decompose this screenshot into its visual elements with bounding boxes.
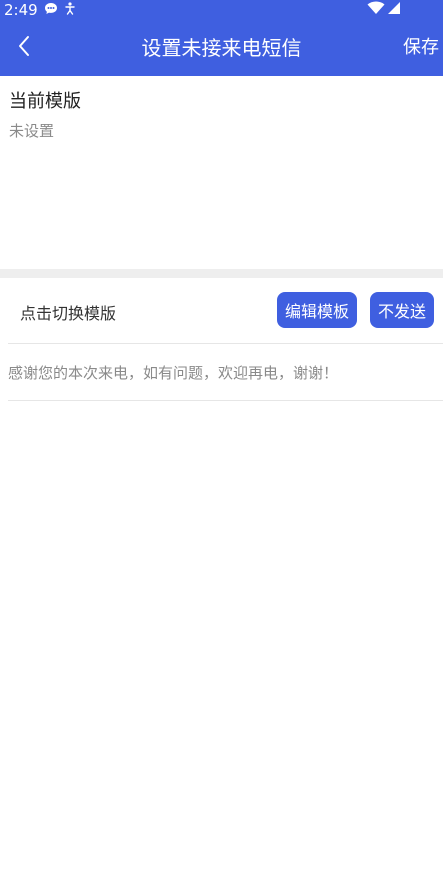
app-bar: 设置未接来电短信 保存 [0,20,443,76]
accessibility-icon [64,2,76,18]
status-time: 2:49 [4,1,38,19]
signal-icon [387,1,401,19]
current-template-title: 当前模版 [9,91,81,112]
status-bar: 2:49 [0,0,443,20]
current-template-value: 未设置 [9,122,55,140]
status-icons [367,1,401,19]
edit-template-button[interactable]: 编辑模板 [277,292,357,328]
back-button[interactable] [6,30,42,66]
switch-template-label: 点击切换模版 [20,304,117,323]
page-title: 设置未接来电短信 [141,36,302,60]
wifi-icon [367,1,385,19]
chat-bubble-icon [44,2,58,18]
section-divider [0,269,443,278]
switch-template-row: 点击切换模版 编辑模板 不发送 [0,278,443,343]
row-divider [8,400,443,401]
template-item[interactable]: 感谢您的本次来电，如有问题，欢迎再电，谢谢！ [8,362,338,383]
save-button[interactable]: 保存 [401,20,441,76]
no-send-button[interactable]: 不发送 [370,292,434,328]
chevron-left-icon [17,35,31,61]
row-divider [8,343,443,344]
current-template-section: 当前模版 未设置 [0,76,443,269]
